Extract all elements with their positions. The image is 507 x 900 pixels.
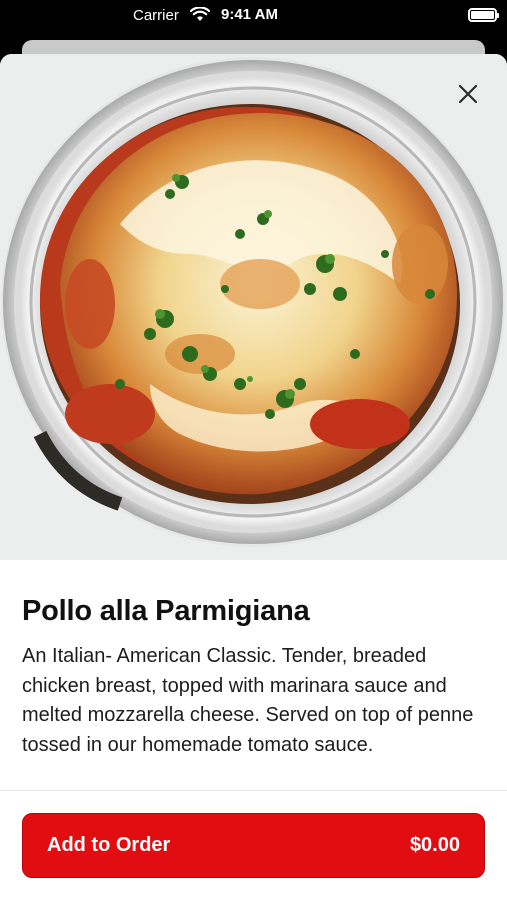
item-title: Pollo alla Parmigiana: [22, 595, 310, 627]
status-bar: Carrier 9:41 AM: [0, 0, 507, 32]
status-time: 9:41 AM: [221, 6, 278, 23]
item-photo: [0, 54, 507, 560]
battery-icon: [468, 8, 499, 22]
wifi-icon: [189, 6, 211, 26]
add-to-order-button[interactable]: Add to Order $0.00: [22, 813, 485, 878]
price-label: $0.00: [409, 834, 460, 856]
divider: [0, 790, 507, 791]
add-to-order-label: Add to Order: [47, 834, 171, 856]
close-icon: [458, 84, 478, 104]
item-detail-sheet: Pollo alla Parmigiana An Italian- Americ…: [0, 54, 507, 900]
item-description: An Italian- American Classic. Tender, br…: [22, 645, 474, 756]
carrier-label: Carrier: [133, 7, 179, 24]
close-button[interactable]: [448, 76, 488, 112]
